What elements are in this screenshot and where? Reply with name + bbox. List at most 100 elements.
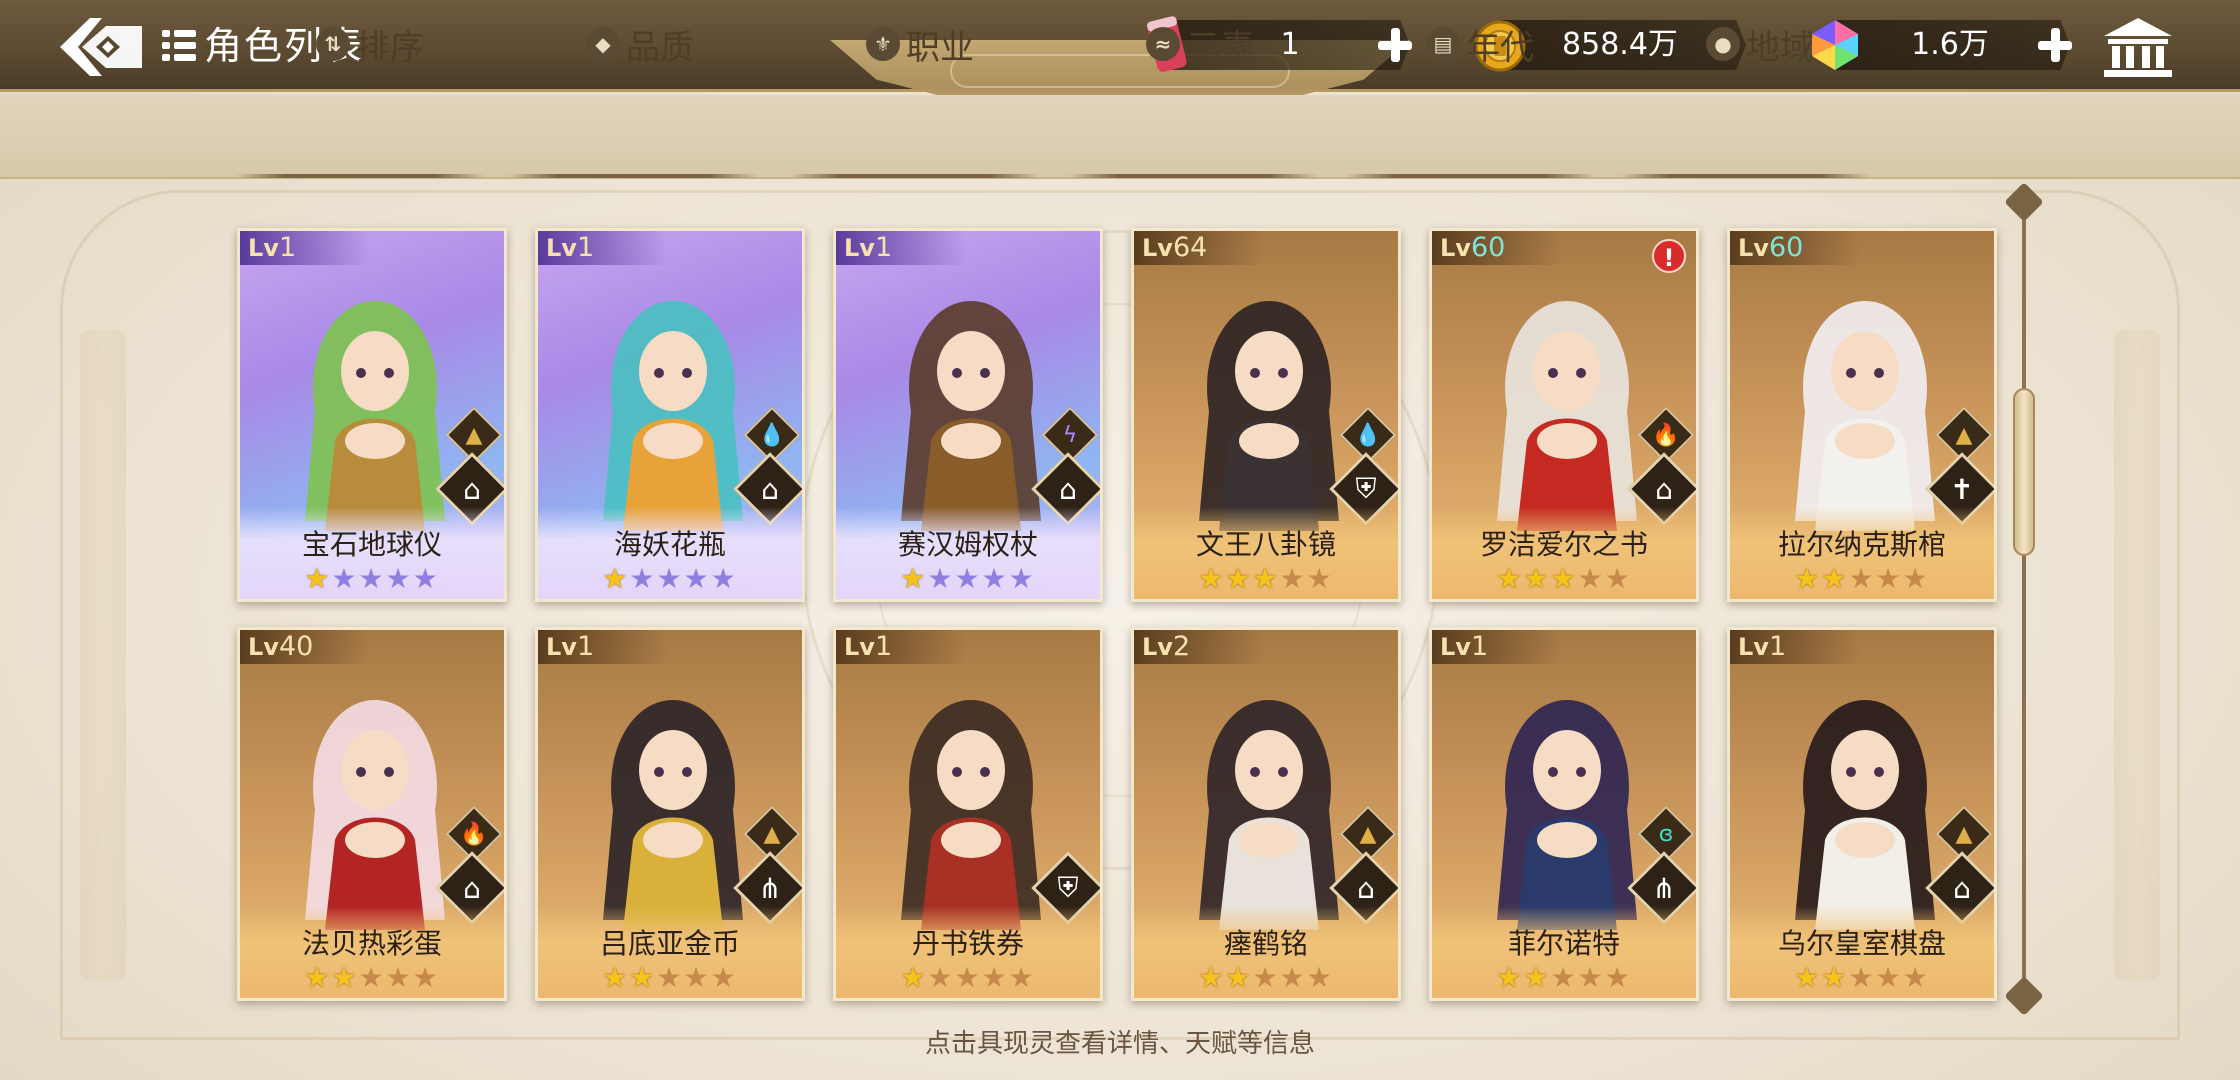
tab-location[interactable]: ● 地域 xyxy=(1630,14,1890,74)
era-icon: ▤ xyxy=(1426,27,1460,61)
character-figure xyxy=(603,700,743,930)
star-empty-icon: ★ xyxy=(1008,562,1036,595)
character-figure xyxy=(1497,700,1637,930)
scrollbar-thumb[interactable] xyxy=(2013,388,2035,556)
level-value: 1 xyxy=(874,232,893,263)
star-empty-icon: ★ xyxy=(981,562,1009,595)
star-empty-icon: ★ xyxy=(1604,961,1632,994)
list-icon xyxy=(162,28,196,64)
star-filled-icon: ★ xyxy=(629,961,657,994)
star-rating: ★★★★★ xyxy=(1134,962,1398,994)
character-card[interactable]: Lv 1 💧 ⌂ 海妖花瓶 ★★★★★ xyxy=(535,228,805,602)
star-filled-icon: ★ xyxy=(900,562,928,595)
star-filled-icon: ★ xyxy=(1225,961,1253,994)
character-card[interactable]: Lv 1 ϟ ⌂ 赛汉姆权杖 ★★★★★ xyxy=(833,228,1103,602)
character-card[interactable]: Lv 1 ▲ ⌂ 乌尔皇室棋盘 ★★★★★ xyxy=(1727,627,1997,1001)
character-figure xyxy=(901,301,1041,531)
character-name: 菲尔诺特 xyxy=(1507,927,1620,960)
level-prefix: Lv xyxy=(1738,633,1769,661)
tab-underline xyxy=(1345,174,1595,178)
star-empty-icon: ★ xyxy=(927,961,955,994)
tab-underline xyxy=(235,174,485,178)
star-empty-icon: ★ xyxy=(331,562,359,595)
character-name: 吕底亚金币 xyxy=(599,927,740,960)
character-name: 拉尔纳克斯棺 xyxy=(1777,528,1946,561)
right-pillar-decoration xyxy=(2114,330,2160,980)
tab-era[interactable]: ▤ 年代 xyxy=(1350,14,1610,74)
star-filled-icon: ★ xyxy=(1821,562,1849,595)
left-pillar-decoration xyxy=(80,330,126,980)
star-rating: ★★★★★ xyxy=(1730,563,1994,595)
character-figure xyxy=(901,700,1041,930)
tab-quality[interactable]: ◆ 品质 xyxy=(510,14,770,74)
character-figure xyxy=(1199,700,1339,930)
level-prefix: Lv xyxy=(248,633,279,661)
character-name: 丹书铁券 xyxy=(911,927,1024,960)
star-empty-icon: ★ xyxy=(1577,961,1605,994)
star-empty-icon: ★ xyxy=(954,562,982,595)
star-empty-icon: ★ xyxy=(981,961,1009,994)
level-prefix: Lv xyxy=(546,633,577,661)
star-empty-icon: ★ xyxy=(385,562,413,595)
star-rating: ★★★★★ xyxy=(836,563,1100,595)
star-empty-icon: ★ xyxy=(358,961,386,994)
star-filled-icon: ★ xyxy=(900,961,928,994)
level-badge: Lv 1 xyxy=(538,231,668,265)
sort-icon: ⇅ xyxy=(316,27,350,61)
tab-class[interactable]: ⚜ 职业 xyxy=(790,14,1050,74)
character-card[interactable]: Lv 60 ▲ ✝ 拉尔纳克斯棺 ★★★★★ xyxy=(1727,228,1997,602)
character-card[interactable]: Lv 1 ▲ ⌂ 宝石地球仪 ★★★★★ xyxy=(237,228,507,602)
back-button[interactable] xyxy=(56,14,146,80)
tab-underline xyxy=(1068,174,1318,178)
star-empty-icon: ★ xyxy=(656,961,684,994)
alert-icon: ! xyxy=(1652,239,1686,273)
star-empty-icon: ★ xyxy=(1848,961,1876,994)
character-name: 乌尔皇室棋盘 xyxy=(1777,927,1946,960)
star-empty-icon: ★ xyxy=(927,562,955,595)
star-filled-icon: ★ xyxy=(1252,562,1280,595)
level-value: 1 xyxy=(576,232,595,263)
character-card[interactable]: Lv 2 ▲ ⌂ 瘗鹤铭 ★★★★★ xyxy=(1131,627,1401,1001)
star-empty-icon: ★ xyxy=(1550,961,1578,994)
tab-sort[interactable]: ⇅ 排序 xyxy=(240,14,500,74)
character-name: 罗洁爱尔之书 xyxy=(1479,528,1648,561)
character-card[interactable]: Lv 1 ⛨ 丹书铁券 ★★★★★ xyxy=(833,627,1103,1001)
level-badge: Lv 60 xyxy=(1730,231,1860,265)
star-filled-icon: ★ xyxy=(331,961,359,994)
star-empty-icon: ★ xyxy=(1306,961,1334,994)
level-value: 1 xyxy=(1768,631,1787,662)
character-card[interactable]: Lv 40 🔥 ⌂ 法贝热彩蛋 ★★★★★ xyxy=(237,627,507,1001)
level-badge: Lv 40 xyxy=(240,630,370,664)
character-figure xyxy=(305,700,445,930)
star-rating: ★★★★★ xyxy=(1432,962,1696,994)
level-badge: Lv 1 xyxy=(836,630,966,664)
character-figure xyxy=(603,301,743,531)
star-rating: ★★★★★ xyxy=(1134,563,1398,595)
star-filled-icon: ★ xyxy=(1496,562,1524,595)
element-icon: ≈ xyxy=(1146,27,1180,61)
character-figure xyxy=(1795,301,1935,531)
character-card[interactable]: Lv 64 💧 ⛨ 文王八卦镜 ★★★★★ xyxy=(1131,228,1401,602)
star-filled-icon: ★ xyxy=(1550,562,1578,595)
level-badge: Lv 1 xyxy=(836,231,966,265)
add-gem-button[interactable] xyxy=(2034,24,2076,66)
level-value: 60 xyxy=(1470,232,1506,263)
level-value: 64 xyxy=(1172,232,1208,263)
level-value: 1 xyxy=(576,631,595,662)
star-filled-icon: ★ xyxy=(304,562,332,595)
character-card[interactable]: Lv 60! 🔥 ⌂ 罗洁爱尔之书 ★★★★★ xyxy=(1429,228,1699,602)
tab-underline xyxy=(1620,174,1870,178)
tab-underline xyxy=(508,174,758,178)
character-card[interactable]: Lv 1 ɞ ⋔ 菲尔诺特 ★★★★★ xyxy=(1429,627,1699,1001)
character-figure xyxy=(1199,301,1339,531)
tab-element[interactable]: ≈ 元素 xyxy=(1070,14,1330,74)
level-badge: Lv 64 xyxy=(1134,231,1264,265)
bank-button[interactable] xyxy=(2100,14,2176,80)
star-empty-icon: ★ xyxy=(710,562,738,595)
star-empty-icon: ★ xyxy=(412,562,440,595)
star-empty-icon: ★ xyxy=(412,961,440,994)
filter-tabs xyxy=(0,95,2240,179)
character-card[interactable]: Lv 1 ▲ ⋔ 吕底亚金币 ★★★★★ xyxy=(535,627,805,1001)
level-value: 1 xyxy=(1470,631,1489,662)
class-icon: ⚜ xyxy=(866,27,900,61)
